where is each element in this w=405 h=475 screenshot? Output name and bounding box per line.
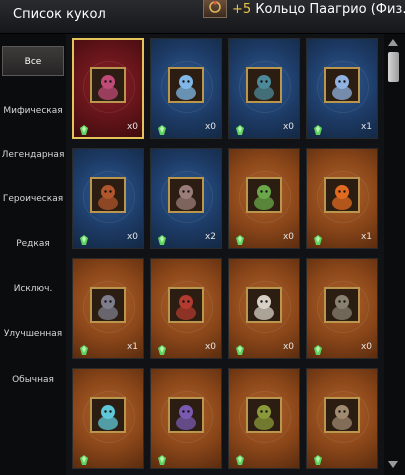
- category-improved[interactable]: Улучшенная: [0, 319, 66, 349]
- category-heroic[interactable]: Героическая: [0, 184, 66, 214]
- doll-spider-icon: [168, 177, 204, 213]
- green-gem-icon: [314, 230, 322, 245]
- item-notification: +5 Кольцо Паагрио (Физ./: [232, 2, 405, 17]
- doll-dark-mage-icon: [168, 397, 204, 433]
- item-enchant-level: +5: [232, 2, 252, 17]
- doll-count: x0: [126, 122, 138, 132]
- doll-fire-icon: [324, 177, 360, 213]
- doll-beast-icon: [90, 177, 126, 213]
- doll-count: x0: [282, 342, 294, 352]
- doll-card[interactable]: x0: [306, 258, 378, 359]
- category-legendary[interactable]: Легендарная: [0, 140, 66, 170]
- doll-count: x0: [204, 342, 216, 352]
- green-gem-icon: [80, 450, 88, 465]
- doll-ancient-icon: [246, 67, 282, 103]
- green-gem-icon: [158, 450, 166, 465]
- green-gem-icon: [236, 120, 244, 135]
- green-gem-icon: [314, 450, 322, 465]
- doll-card[interactable]: [72, 368, 144, 469]
- doll-card[interactable]: x0: [72, 148, 144, 249]
- doll-card[interactable]: x1: [306, 148, 378, 249]
- doll-card[interactable]: x0: [228, 38, 300, 139]
- green-gem-icon: [314, 120, 322, 135]
- green-gem-icon: [158, 340, 166, 355]
- ring-item-icon: [203, 0, 227, 18]
- doll-card[interactable]: x0: [228, 258, 300, 359]
- category-rare[interactable]: Редкая: [0, 229, 66, 259]
- green-gem-icon: [314, 340, 322, 355]
- doll-tower-icon: [324, 397, 360, 433]
- doll-count: x0: [282, 232, 294, 242]
- category-common[interactable]: Обычная: [0, 365, 66, 395]
- doll-white-hair-icon: [246, 287, 282, 323]
- category-exclusive[interactable]: Исключ.: [0, 274, 66, 304]
- doll-count: x1: [360, 232, 372, 242]
- category-sidebar: Все Мифическая Легендарная Героическая Р…: [0, 34, 66, 475]
- window-title: Список кукол: [13, 7, 106, 22]
- doll-card[interactable]: x1: [306, 38, 378, 139]
- doll-card[interactable]: x0: [72, 38, 144, 139]
- doll-grid: x0 x0 x0 x1 x0 x2 x0 x1 x1 x0 x0 x0: [66, 34, 384, 475]
- doll-dragon-icon: [246, 397, 282, 433]
- green-gem-icon: [158, 230, 166, 245]
- doll-count: x0: [126, 232, 138, 242]
- item-name: Кольцо Паагрио (Физ./: [255, 2, 405, 17]
- doll-count: x1: [126, 342, 138, 352]
- category-mythic[interactable]: Мифическая: [0, 96, 66, 126]
- doll-card[interactable]: x0: [228, 148, 300, 249]
- green-gem-icon: [236, 340, 244, 355]
- doll-golem-icon: [324, 287, 360, 323]
- doll-card[interactable]: [228, 368, 300, 469]
- green-gem-icon: [80, 340, 88, 355]
- doll-count: x1: [360, 122, 372, 132]
- category-all[interactable]: Все: [2, 46, 64, 76]
- doll-card[interactable]: x2: [150, 148, 222, 249]
- green-gem-icon: [158, 120, 166, 135]
- doll-count: x2: [204, 232, 216, 242]
- title-bar: Список кукол +5 Кольцо Паагрио (Физ./: [0, 0, 405, 34]
- doll-card[interactable]: [306, 368, 378, 469]
- doll-card[interactable]: [150, 368, 222, 469]
- doll-crystal-ball-icon: [90, 397, 126, 433]
- green-gem-icon: [236, 230, 244, 245]
- doll-frost-icon: [324, 67, 360, 103]
- green-gem-icon: [80, 120, 88, 135]
- doll-frog-icon: [246, 177, 282, 213]
- scroll-up-arrow-icon[interactable]: [388, 39, 398, 46]
- scrollbar[interactable]: [384, 34, 405, 475]
- green-gem-icon: [236, 450, 244, 465]
- scroll-thumb[interactable]: [388, 52, 399, 82]
- doll-count: x0: [282, 122, 294, 132]
- doll-card[interactable]: x0: [150, 258, 222, 359]
- doll-card[interactable]: x0: [150, 38, 222, 139]
- doll-elf-priestess-icon: [90, 67, 126, 103]
- doll-card[interactable]: x1: [72, 258, 144, 359]
- scroll-down-arrow-icon[interactable]: [388, 461, 398, 468]
- green-gem-icon: [80, 230, 88, 245]
- doll-count: x0: [204, 122, 216, 132]
- doll-red-warrior-icon: [168, 287, 204, 323]
- doll-count: x0: [360, 342, 372, 352]
- doll-ice-queen-icon: [168, 67, 204, 103]
- doll-knight-icon: [90, 287, 126, 323]
